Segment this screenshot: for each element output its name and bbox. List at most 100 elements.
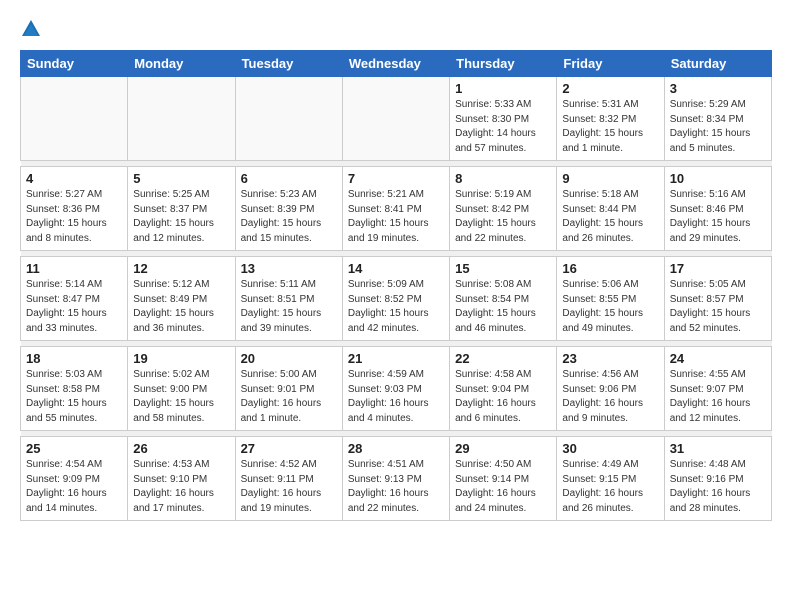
weekday-header-row: SundayMondayTuesdayWednesdayThursdayFrid… [21,51,772,77]
calendar-cell: 26Sunrise: 4:53 AM Sunset: 9:10 PM Dayli… [128,437,235,521]
weekday-header: Friday [557,51,664,77]
logo [20,16,46,40]
calendar-cell: 27 Sunrise: 4:52 AM Sunset: 9:11 PM Dayli… [235,437,342,521]
day-number: 6 [241,171,337,186]
calendar-cell [21,77,128,161]
calendar-cell: 11 Sunrise: 5:14 AM Sunset: 8:47 PM Dayli… [21,257,128,341]
calendar-cell: 29 Sunrise: 4:50 AM Sunset: 9:14 PM Dayli… [450,437,557,521]
day-info: Sunrise: 5:08 AM Sunset: 8:54 PM Dayligh… [455,278,551,336]
day-number: 19 [133,351,229,366]
calendar-cell: 28Sunrise: 4:51 AM Sunset: 9:13 PM Dayli… [342,437,449,521]
calendar-cell: 24 Sunrise: 4:55 AM Sunset: 9:07 PM Dayli… [664,347,771,431]
calendar-cell: 16 Sunrise: 5:06 AM Sunset: 8:55 PM Dayli… [557,257,664,341]
page: SundayMondayTuesdayWednesdayThursdayFrid… [0,0,792,537]
day-info: Sunrise: 4:50 AM Sunset: 9:14 PM Dayligh… [455,458,551,516]
calendar-week-row: 18 Sunrise: 5:03 AM Sunset: 8:58 PM Dayli… [21,347,772,431]
day-number: 17 [670,261,766,276]
calendar-cell: 25 Sunrise: 4:54 AM Sunset: 9:09 PM Dayli… [21,437,128,521]
calendar-cell: 31Sunrise: 4:48 AM Sunset: 9:16 PM Dayli… [664,437,771,521]
calendar-cell: 30 Sunrise: 4:49 AM Sunset: 9:15 PM Dayli… [557,437,664,521]
day-info: Sunrise: 5:23 AM Sunset: 8:39 PM Dayligh… [241,188,337,246]
calendar-cell [342,77,449,161]
day-number: 26 [133,441,229,456]
day-info: Sunrise: 5:29 AM Sunset: 8:34 PM Dayligh… [670,98,766,156]
calendar-cell: 14 Sunrise: 5:09 AM Sunset: 8:52 PM Dayli… [342,257,449,341]
header [20,16,772,40]
day-info: Sunrise: 4:55 AM Sunset: 9:07 PM Dayligh… [670,368,766,426]
calendar-cell: 18 Sunrise: 5:03 AM Sunset: 8:58 PM Dayli… [21,347,128,431]
day-number: 4 [26,171,122,186]
calendar-cell: 22 Sunrise: 4:58 AM Sunset: 9:04 PM Dayli… [450,347,557,431]
day-number: 13 [241,261,337,276]
day-info: Sunrise: 5:14 AM Sunset: 8:47 PM Dayligh… [26,278,122,336]
day-info: Sunrise: 5:02 AM Sunset: 9:00 PM Dayligh… [133,368,229,426]
day-number: 16 [562,261,658,276]
day-number: 12 [133,261,229,276]
day-number: 28 [348,441,444,456]
day-number: 10 [670,171,766,186]
day-number: 29 [455,441,551,456]
day-info: Sunrise: 4:52 AM Sunset: 9:11 PM Dayligh… [241,458,337,516]
day-number: 2 [562,81,658,96]
weekday-header: Sunday [21,51,128,77]
day-number: 23 [562,351,658,366]
day-number: 30 [562,441,658,456]
day-info: Sunrise: 5:27 AM Sunset: 8:36 PM Dayligh… [26,188,122,246]
calendar-cell: 8 Sunrise: 5:19 AM Sunset: 8:42 PM Daylig… [450,167,557,251]
calendar-cell: 9Sunrise: 5:18 AM Sunset: 8:44 PM Daylig… [557,167,664,251]
day-info: Sunrise: 5:33 AM Sunset: 8:30 PM Dayligh… [455,98,551,156]
day-info: Sunrise: 5:18 AM Sunset: 8:44 PM Dayligh… [562,188,658,246]
day-number: 11 [26,261,122,276]
day-info: Sunrise: 5:19 AM Sunset: 8:42 PM Dayligh… [455,188,551,246]
calendar-cell: 1 Sunrise: 5:33 AM Sunset: 8:30 PM Daylig… [450,77,557,161]
day-info: Sunrise: 5:21 AM Sunset: 8:41 PM Dayligh… [348,188,444,246]
day-number: 21 [348,351,444,366]
day-info: Sunrise: 4:58 AM Sunset: 9:04 PM Dayligh… [455,368,551,426]
day-number: 20 [241,351,337,366]
calendar-cell [235,77,342,161]
day-info: Sunrise: 5:31 AM Sunset: 8:32 PM Dayligh… [562,98,658,156]
day-number: 27 [241,441,337,456]
calendar-cell: 10 Sunrise: 5:16 AM Sunset: 8:46 PM Dayli… [664,167,771,251]
day-number: 1 [455,81,551,96]
calendar-cell: 3Sunrise: 5:29 AM Sunset: 8:34 PM Daylig… [664,77,771,161]
day-number: 15 [455,261,551,276]
calendar-cell: 15 Sunrise: 5:08 AM Sunset: 8:54 PM Dayli… [450,257,557,341]
calendar-cell: 19 Sunrise: 5:02 AM Sunset: 9:00 PM Dayli… [128,347,235,431]
day-number: 7 [348,171,444,186]
calendar-cell: 23Sunrise: 4:56 AM Sunset: 9:06 PM Dayli… [557,347,664,431]
day-number: 5 [133,171,229,186]
day-info: Sunrise: 5:06 AM Sunset: 8:55 PM Dayligh… [562,278,658,336]
calendar-week-row: 25 Sunrise: 4:54 AM Sunset: 9:09 PM Dayli… [21,437,772,521]
day-info: Sunrise: 5:11 AM Sunset: 8:51 PM Dayligh… [241,278,337,336]
day-info: Sunrise: 4:49 AM Sunset: 9:15 PM Dayligh… [562,458,658,516]
day-info: Sunrise: 5:05 AM Sunset: 8:57 PM Dayligh… [670,278,766,336]
day-info: Sunrise: 5:16 AM Sunset: 8:46 PM Dayligh… [670,188,766,246]
day-number: 31 [670,441,766,456]
day-info: Sunrise: 5:25 AM Sunset: 8:37 PM Dayligh… [133,188,229,246]
day-info: Sunrise: 4:59 AM Sunset: 9:03 PM Dayligh… [348,368,444,426]
day-info: Sunrise: 5:03 AM Sunset: 8:58 PM Dayligh… [26,368,122,426]
calendar-cell: 6 Sunrise: 5:23 AM Sunset: 8:39 PM Daylig… [235,167,342,251]
day-info: Sunrise: 5:09 AM Sunset: 8:52 PM Dayligh… [348,278,444,336]
day-info: Sunrise: 5:00 AM Sunset: 9:01 PM Dayligh… [241,368,337,426]
calendar-cell: 13 Sunrise: 5:11 AM Sunset: 8:51 PM Dayli… [235,257,342,341]
day-number: 8 [455,171,551,186]
weekday-header: Monday [128,51,235,77]
calendar-cell: 2 Sunrise: 5:31 AM Sunset: 8:32 PM Daylig… [557,77,664,161]
day-number: 25 [26,441,122,456]
day-number: 22 [455,351,551,366]
weekday-header: Saturday [664,51,771,77]
weekday-header: Wednesday [342,51,449,77]
day-number: 14 [348,261,444,276]
day-info: Sunrise: 4:54 AM Sunset: 9:09 PM Dayligh… [26,458,122,516]
day-info: Sunrise: 5:12 AM Sunset: 8:49 PM Dayligh… [133,278,229,336]
calendar-cell: 21 Sunrise: 4:59 AM Sunset: 9:03 PM Dayli… [342,347,449,431]
logo-icon [20,18,42,40]
day-number: 24 [670,351,766,366]
day-number: 18 [26,351,122,366]
weekday-header: Tuesday [235,51,342,77]
calendar-table: SundayMondayTuesdayWednesdayThursdayFrid… [20,50,772,521]
calendar-week-row: 4 Sunrise: 5:27 AM Sunset: 8:36 PM Daylig… [21,167,772,251]
calendar-week-row: 1 Sunrise: 5:33 AM Sunset: 8:30 PM Daylig… [21,77,772,161]
